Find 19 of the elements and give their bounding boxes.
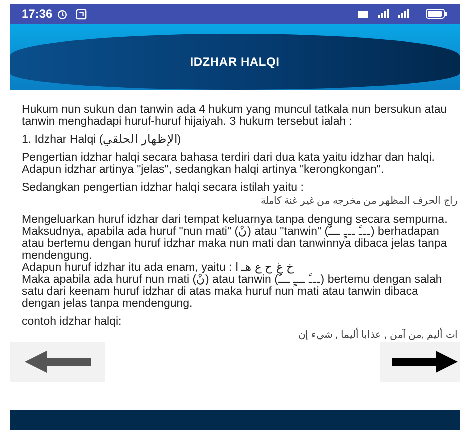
body-text: Sedangkan pengertian idzhar halqi secara istilah yaitu : xyxy=(22,182,305,194)
page-title: IDZHAR HALQI xyxy=(190,54,280,71)
alarm-icon xyxy=(56,8,68,20)
body-text: 1. Idzhar Halqi (الإظهار الحلقي) xyxy=(22,134,182,146)
arabic-text: راج الحرف المظهر من مخرجه من غير غنة كاملة xyxy=(260,196,458,208)
body-text: Hukum nun sukun dan tanwin ada 4 hukum yang muncul tatkala nun bersukun atau tanwin menghadapi huruf-huruf hijaiyah. 3 hukum tersebut ialah : xyxy=(22,104,448,128)
body-text: Mengeluarkan huruf idzhar dari tempat keluarnya tanpa dengung secara sempurna. xyxy=(22,214,449,226)
arabic-text: ات أليم ,من آمن , عذابا أليما , شيء إن xyxy=(22,330,458,342)
left-arrow-icon xyxy=(22,349,92,375)
clock-time: 17:36 xyxy=(22,6,53,23)
next-button[interactable] xyxy=(380,342,460,382)
body-text: Adapun huruf idzhar itu ada enam, yaitu : خ غ ح ع هـ ا xyxy=(22,262,295,274)
body-text: Pengertian idzhar halqi secara bahasa terdiri dari dua kata yaitu idzhar dan halqi. Adapun idzhar artinya "jelas", sedangkan halqi artinya "kerongkongan". xyxy=(22,152,436,176)
body-text: contoh idzhar halqi: xyxy=(22,316,123,328)
battery-icon xyxy=(426,9,448,19)
right-arrow-icon xyxy=(390,349,460,375)
body-text: Maksudnya, apabila ada huruf "nun mati" (نْ) atau "tanwin" (ـــً ـــٍ ـــٌ) berhadapan atau bertemu dengan huruf idzhar maka nun mati dan tanwinnya dibaca jelas tanpa mendengung. xyxy=(22,226,448,262)
body-text: Maka apabila ada huruf nun mati (نْ) atau tanwin (ـــً ـــٍ ـــٌ) bertemu dengan salah satu dari keenam huruf idzhar di atas maka huruf nun mati atau tanwin dibaca dengan jelas tanpa mendengung. xyxy=(22,274,444,310)
back-button[interactable] xyxy=(10,342,105,382)
